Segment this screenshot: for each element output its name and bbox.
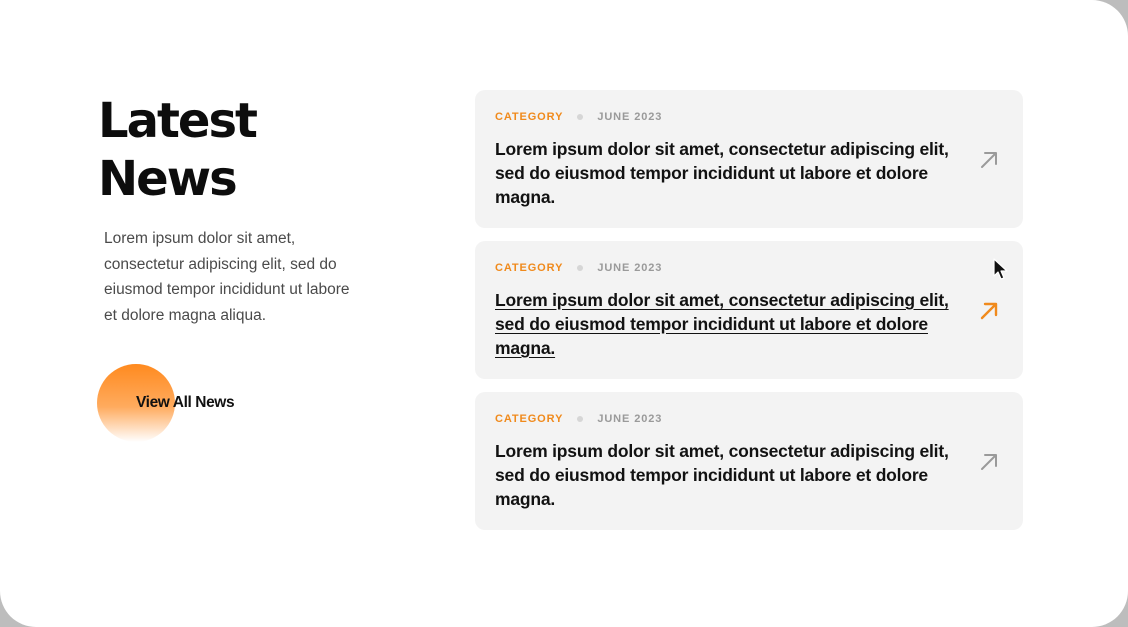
arrow-up-right-icon[interactable] bbox=[978, 451, 1000, 473]
news-category[interactable]: CATEGORY bbox=[495, 111, 563, 123]
news-date: JUNE 2023 bbox=[597, 111, 663, 123]
news-category[interactable]: CATEGORY bbox=[495, 413, 563, 425]
news-date: JUNE 2023 bbox=[597, 413, 663, 425]
section-title-line-1: Latest bbox=[98, 93, 258, 149]
arrow-up-right-icon[interactable] bbox=[978, 149, 1000, 171]
news-meta: CATEGORY JUNE 2023 bbox=[495, 110, 662, 124]
news-title[interactable]: Lorem ipsum dolor sit amet, consectetur … bbox=[495, 137, 955, 209]
news-card[interactable]: CATEGORY JUNE 2023 Lorem ipsum dolor sit… bbox=[475, 241, 1023, 379]
news-date: JUNE 2023 bbox=[597, 262, 663, 274]
news-section: Latest News Lorem ipsum dolor sit amet, … bbox=[0, 0, 1128, 627]
separator-dot-icon bbox=[577, 265, 584, 271]
news-card[interactable]: CATEGORY JUNE 2023 Lorem ipsum dolor sit… bbox=[475, 392, 1023, 530]
view-all-news-button[interactable]: View All News bbox=[97, 364, 277, 442]
news-card[interactable]: CATEGORY JUNE 2023 Lorem ipsum dolor sit… bbox=[475, 90, 1023, 228]
section-title: Latest News bbox=[98, 92, 398, 208]
news-meta: CATEGORY JUNE 2023 bbox=[495, 261, 662, 275]
section-title-line-2: News bbox=[98, 151, 238, 207]
separator-dot-icon bbox=[577, 114, 584, 120]
view-all-news-label: View All News bbox=[136, 394, 235, 411]
news-category[interactable]: CATEGORY bbox=[495, 262, 563, 274]
separator-dot-icon bbox=[577, 416, 584, 422]
news-title[interactable]: Lorem ipsum dolor sit amet, consectetur … bbox=[495, 439, 955, 511]
arrow-up-right-icon[interactable] bbox=[978, 300, 1000, 322]
section-description: Lorem ipsum dolor sit amet, consectetur … bbox=[104, 230, 350, 324]
news-list: CATEGORY JUNE 2023 Lorem ipsum dolor sit… bbox=[475, 90, 1023, 543]
news-title[interactable]: Lorem ipsum dolor sit amet, consectetur … bbox=[495, 288, 955, 360]
news-meta: CATEGORY JUNE 2023 bbox=[495, 412, 662, 426]
